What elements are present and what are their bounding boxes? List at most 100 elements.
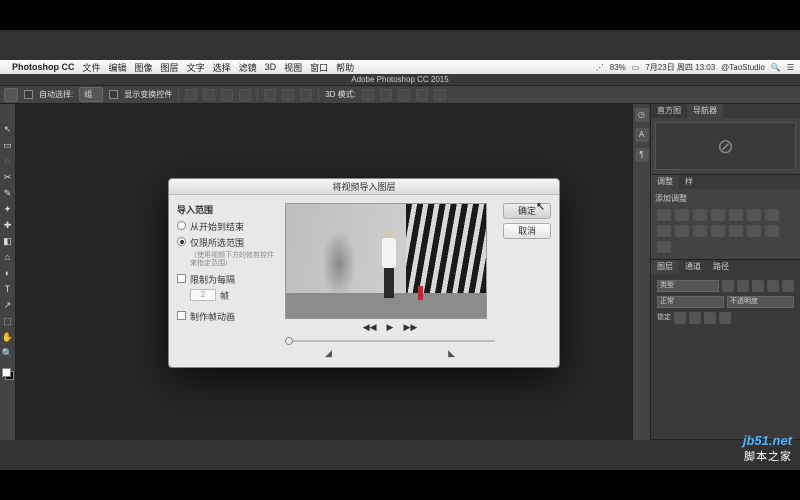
3d-icon[interactable] (398, 89, 410, 101)
tab-paths[interactable]: 路径 (707, 260, 735, 274)
eyedropper-tool[interactable]: ✎ (1, 186, 15, 200)
navigator-preview[interactable]: ⊘ (655, 122, 796, 170)
tab-layers[interactable]: 图层 (651, 260, 679, 274)
lasso-tool[interactable]: ◌ (1, 154, 15, 168)
lock-icon[interactable] (674, 312, 686, 324)
trim-in-handle[interactable]: ◢ (325, 348, 332, 359)
limit-checkbox[interactable] (177, 274, 186, 283)
ok-button[interactable]: 确定 (503, 203, 551, 219)
align-icon[interactable] (203, 89, 215, 101)
3d-icon[interactable] (416, 89, 428, 101)
eraser-tool[interactable]: ⌂ (1, 250, 15, 264)
adj-invert-icon[interactable] (711, 225, 725, 237)
lock-icon[interactable] (704, 312, 716, 324)
menu-app[interactable]: Photoshop CC (12, 62, 75, 72)
filter-icon[interactable] (767, 280, 779, 292)
rewind-button[interactable]: ◀◀ (363, 322, 377, 333)
adj-gradmap-icon[interactable] (765, 225, 779, 237)
adj-brightness-icon[interactable] (657, 209, 671, 221)
adj-select-icon[interactable] (657, 241, 671, 253)
dist-icon[interactable] (282, 89, 294, 101)
dist-icon[interactable] (300, 89, 312, 101)
adj-thresh-icon[interactable] (747, 225, 761, 237)
menu-view[interactable]: 视图 (284, 61, 302, 74)
menu-type[interactable]: 文字 (187, 61, 205, 74)
make-animation-checkbox[interactable] (177, 311, 186, 320)
tab-channels[interactable]: 通道 (679, 260, 707, 274)
gradient-tool[interactable]: ◐ (1, 266, 15, 280)
trim-out-handle[interactable]: ◣ (448, 348, 455, 359)
cancel-button[interactable]: 取消 (503, 223, 551, 239)
tab-histogram[interactable]: 直方图 (651, 104, 687, 118)
type-tool[interactable]: T (1, 282, 15, 296)
char-icon[interactable]: A (635, 128, 649, 142)
menu-file[interactable]: 文件 (83, 61, 101, 74)
blend-mode-dropdown[interactable]: 正常 (657, 296, 724, 308)
adj-bw-icon[interactable] (765, 209, 779, 221)
shape-tool[interactable]: ⬚ (1, 314, 15, 328)
filter-icon[interactable] (737, 280, 749, 292)
heal-tool[interactable]: ✦ (1, 202, 15, 216)
clock[interactable]: 7月23日 周四 13:03 (645, 62, 715, 73)
3d-icon[interactable] (434, 89, 446, 101)
menu-icon[interactable]: ☰ (787, 63, 794, 72)
stamp-tool[interactable]: ◧ (1, 234, 15, 248)
marquee-tool[interactable]: ▭ (1, 138, 15, 152)
adj-lookup-icon[interactable] (693, 225, 707, 237)
hand-tool[interactable]: ✋ (1, 330, 15, 344)
menu-3d[interactable]: 3D (265, 62, 277, 72)
history-icon[interactable]: ◷ (635, 108, 649, 122)
layer-filter-kind[interactable]: 类型 (657, 280, 719, 292)
radio-from-beginning[interactable] (177, 221, 186, 230)
zoom-tool[interactable]: 🔍 (1, 346, 15, 360)
3d-icon[interactable] (380, 89, 392, 101)
tab-navigator[interactable]: 导航器 (687, 104, 723, 118)
filter-icon[interactable] (782, 280, 794, 292)
align-icon[interactable] (221, 89, 233, 101)
align-icon[interactable] (185, 89, 197, 101)
tab-styles[interactable]: 样 (679, 175, 699, 189)
color-swatch[interactable] (2, 368, 14, 380)
move-tool-icon[interactable] (4, 88, 18, 102)
wifi-icon[interactable]: ⋰ (596, 63, 604, 72)
pen-tool[interactable]: ↗ (1, 298, 15, 312)
brush-tool[interactable]: ✚ (1, 218, 15, 232)
menu-select[interactable]: 选择 (213, 61, 231, 74)
forward-button[interactable]: ▶▶ (403, 322, 417, 333)
adj-exposure-icon[interactable] (711, 209, 725, 221)
auto-select-checkbox[interactable] (24, 90, 33, 99)
filter-icon[interactable] (722, 280, 734, 292)
align-icon[interactable] (239, 89, 251, 101)
show-transform-checkbox[interactable] (109, 90, 118, 99)
menu-help[interactable]: 帮助 (336, 61, 354, 74)
search-icon[interactable]: 🔍 (771, 63, 781, 72)
adj-poster-icon[interactable] (729, 225, 743, 237)
user-label[interactable]: @TaoStudio (721, 63, 765, 72)
menu-filter[interactable]: 滤镜 (239, 61, 257, 74)
tab-adjustments[interactable]: 调整 (651, 175, 679, 189)
adj-photo-icon[interactable] (657, 225, 671, 237)
adj-vibrance-icon[interactable] (729, 209, 743, 221)
adj-hue-icon[interactable] (747, 209, 761, 221)
radio-selected-range[interactable] (177, 237, 186, 246)
adj-curves-icon[interactable] (693, 209, 707, 221)
para-icon[interactable]: ¶ (635, 148, 649, 162)
limit-value-input[interactable]: 2 (190, 289, 216, 301)
adj-levels-icon[interactable] (675, 209, 689, 221)
move-tool[interactable]: ↖ (1, 122, 15, 136)
scrubber-thumb[interactable] (285, 337, 293, 345)
play-button[interactable]: ▶ (387, 322, 394, 333)
crop-tool[interactable]: ✂ (1, 170, 15, 184)
filter-icon[interactable] (752, 280, 764, 292)
dist-icon[interactable] (264, 89, 276, 101)
menu-image[interactable]: 图像 (135, 61, 153, 74)
lock-icon[interactable] (719, 312, 731, 324)
scrubber[interactable] (285, 336, 495, 346)
3d-icon[interactable] (362, 89, 374, 101)
dialog-title[interactable]: 将视频导入图层 (169, 179, 559, 195)
auto-select-dropdown[interactable]: 组 (79, 87, 103, 102)
lock-icon[interactable] (689, 312, 701, 324)
menu-layer[interactable]: 图层 (161, 61, 179, 74)
menu-edit[interactable]: 编辑 (109, 61, 127, 74)
adj-mixer-icon[interactable] (675, 225, 689, 237)
